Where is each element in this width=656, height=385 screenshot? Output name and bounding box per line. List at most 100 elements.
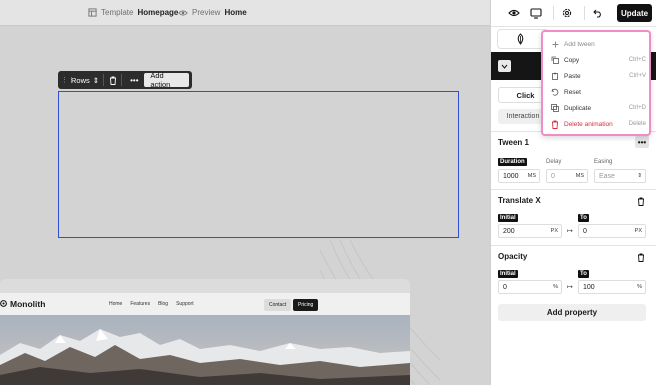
duration-label: Duration xyxy=(498,158,527,166)
editor-canvas: Template Homepage Preview Home ⋮⋮ Rows ⇕… xyxy=(0,0,490,385)
site-nav-link[interactable]: Blog xyxy=(158,301,168,307)
layout-label: Rows xyxy=(71,75,90,85)
easing-label: Easing xyxy=(594,159,613,165)
eye-icon xyxy=(178,9,188,17)
site-nav-link[interactable]: Features xyxy=(130,301,150,307)
trash-icon[interactable] xyxy=(108,76,117,85)
menu-item-shortcut: Ctrl+V xyxy=(629,73,646,79)
leaf-icon xyxy=(516,33,525,47)
site-nav-links: Home Features Blog Support xyxy=(109,301,194,307)
copy-icon xyxy=(550,56,560,64)
menu-item-label: Add tween xyxy=(564,40,595,48)
selected-element[interactable] xyxy=(58,91,459,238)
chevron-updown-icon: ⇕ xyxy=(92,75,100,85)
tween-context-menu: Add tween Copy Ctrl+C Paste Ctrl+V Reset… xyxy=(541,30,651,136)
trash-icon[interactable] xyxy=(635,251,647,263)
undo-icon[interactable] xyxy=(589,4,607,22)
translate-x-section: Translate X Initial To 200 PX ↦ 0 PX xyxy=(491,189,656,244)
opacity-initial-unit: % xyxy=(553,284,558,290)
site-logo[interactable]: Monolith xyxy=(0,299,45,309)
canvas-topbar: Template Homepage Preview Home xyxy=(0,0,490,26)
menu-item-reset[interactable]: Reset xyxy=(550,86,646,98)
tween-more-button[interactable]: ••• xyxy=(635,136,649,148)
opacity-title: Opacity xyxy=(498,252,528,261)
drag-handle-icon[interactable]: ⋮⋮ xyxy=(61,76,75,84)
menu-item-copy[interactable]: Copy Ctrl+C xyxy=(550,54,646,66)
add-action-button[interactable]: Add action xyxy=(144,71,190,89)
tween-section: Tween 1 Duration Delay Easing 1000 MS 0 … xyxy=(491,131,656,188)
trash-icon[interactable] xyxy=(635,195,647,207)
delay-value: 0 xyxy=(551,172,555,180)
layout-selector[interactable]: Rows ⇕ xyxy=(71,76,99,85)
toolbar-divider xyxy=(103,74,104,86)
opacity-section: Opacity Initial To 0 % ↦ 100 % xyxy=(491,245,656,299)
duration-field[interactable]: 1000 MS xyxy=(498,169,540,183)
plus-icon xyxy=(550,41,560,48)
menu-item-shortcut: Delete xyxy=(628,121,646,127)
menu-item-label: Copy xyxy=(564,56,580,64)
site-preview: Monolith Home Features Blog Support Cont… xyxy=(0,279,410,385)
arrow-right-icon: ↦ xyxy=(567,284,573,291)
menu-item-shortcut: Ctrl+D xyxy=(628,105,646,111)
menu-item-paste[interactable]: Paste Ctrl+V xyxy=(550,70,646,82)
delay-unit: MS xyxy=(575,173,584,179)
duplicate-icon xyxy=(550,104,560,112)
chevron-down-icon[interactable] xyxy=(498,60,511,72)
delay-field[interactable]: 0 MS xyxy=(546,169,588,183)
opacity-initial-value: 0 xyxy=(503,283,507,291)
translate-to-field[interactable]: 0 PX xyxy=(578,224,646,238)
translate-to-label: To xyxy=(578,214,589,222)
translate-x-title: Translate X xyxy=(498,196,541,205)
opacity-to-field[interactable]: 100 % xyxy=(578,280,646,294)
menu-item-label: Reset xyxy=(564,88,581,96)
opacity-to-value: 100 xyxy=(583,283,595,291)
preview-indicator[interactable]: Preview Home xyxy=(178,8,247,17)
opacity-to-unit: % xyxy=(637,284,642,290)
trash-icon xyxy=(550,120,560,129)
site-contact-button[interactable]: Contact xyxy=(264,299,292,311)
template-icon xyxy=(88,8,97,17)
preview-prefix: Preview xyxy=(192,8,221,17)
monitor-icon[interactable] xyxy=(527,4,545,22)
easing-select[interactable]: Ease ⇕ xyxy=(594,169,646,183)
site-nav-link[interactable]: Support xyxy=(176,301,194,307)
preview-name: Home xyxy=(224,8,247,17)
translate-initial-label: Initial xyxy=(498,214,518,222)
reset-icon xyxy=(550,88,560,96)
menu-item-label: Delete animation xyxy=(564,120,613,128)
tween-title: Tween 1 xyxy=(498,138,529,147)
template-name: Homepage xyxy=(137,8,179,17)
menu-item-label: Duplicate xyxy=(564,104,592,112)
site-nav-link[interactable]: Home xyxy=(109,301,122,307)
element-toolbar: ⋮⋮ Rows ⇕ ••• Add action xyxy=(58,71,192,89)
delay-label: Delay xyxy=(546,159,562,165)
template-indicator[interactable]: Template Homepage xyxy=(88,8,178,17)
opacity-initial-field[interactable]: 0 % xyxy=(498,280,562,294)
template-prefix: Template xyxy=(101,8,134,17)
panel-header: Update xyxy=(491,0,656,27)
more-icon[interactable]: ••• xyxy=(130,76,139,85)
easing-value: Ease xyxy=(599,172,615,180)
translate-initial-unit: PX xyxy=(550,228,558,234)
add-property-button[interactable]: Add property xyxy=(498,304,646,321)
translate-initial-value: 200 xyxy=(503,227,515,235)
translate-initial-field[interactable]: 200 PX xyxy=(498,224,562,238)
chevron-updown-icon: ⇕ xyxy=(637,173,642,179)
opacity-initial-label: Initial xyxy=(498,270,518,278)
toolbar-divider xyxy=(121,74,123,86)
site-logo-text: Monolith xyxy=(10,299,46,309)
site-nav: Monolith Home Features Blog Support Cont… xyxy=(0,293,410,315)
header-divider xyxy=(584,6,585,20)
menu-item-add-tween[interactable]: Add tween xyxy=(550,38,646,50)
menu-item-shortcut: Ctrl+C xyxy=(628,57,646,63)
site-pricing-button[interactable]: Pricing xyxy=(293,299,319,311)
menu-item-duplicate[interactable]: Duplicate Ctrl+D xyxy=(550,102,646,114)
update-button[interactable]: Update xyxy=(617,4,652,22)
paste-icon xyxy=(550,72,560,80)
eye-icon[interactable] xyxy=(505,4,523,22)
menu-item-delete-animation[interactable]: Delete animation Delete xyxy=(550,118,646,130)
arrow-right-icon: ↦ xyxy=(567,228,573,235)
header-divider xyxy=(553,6,554,20)
translate-to-value: 0 xyxy=(583,227,587,235)
gear-icon[interactable] xyxy=(558,4,576,22)
